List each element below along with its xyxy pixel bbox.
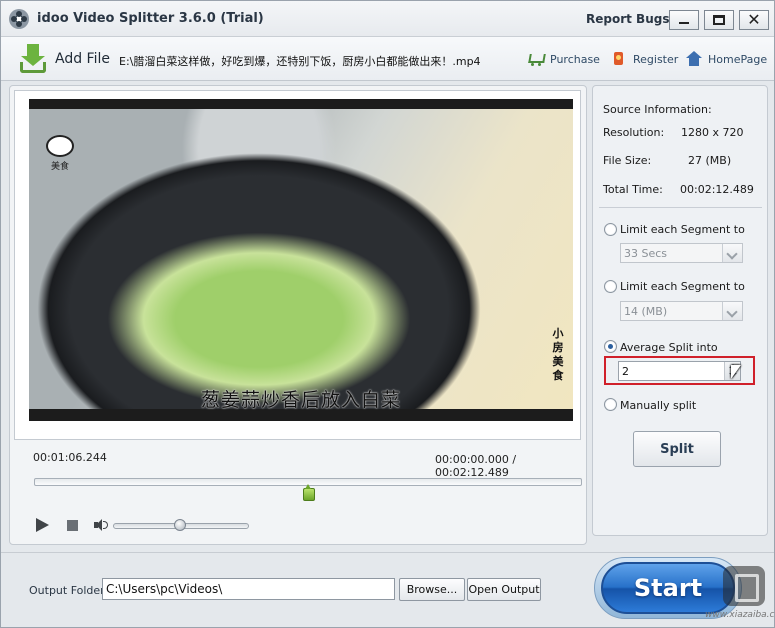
video-preview[interactable]: 美食 小房美食 葱姜蒜炒香后放入白菜: [29, 99, 573, 421]
manual-split-label[interactable]: Manually split: [620, 399, 696, 412]
register-key-icon: [611, 51, 627, 67]
close-button[interactable]: ✕: [739, 10, 769, 30]
segment-time-value: 33 Secs: [624, 247, 668, 260]
video-frame-image: [29, 109, 573, 409]
register-link[interactable]: Register: [611, 51, 678, 67]
chef-face-icon: [46, 135, 74, 157]
seek-handle[interactable]: [303, 484, 315, 501]
file-size-value: 27 (MB): [688, 154, 732, 167]
report-bugs-link[interactable]: Report Bugs: [586, 12, 669, 26]
divider: [599, 207, 762, 208]
browse-button[interactable]: Browse...: [399, 578, 465, 601]
chevron-down-icon: [722, 244, 742, 262]
resolution-value: 1280 x 720: [681, 126, 744, 139]
homepage-link[interactable]: HomePage: [686, 51, 767, 67]
minimize-button[interactable]: [669, 10, 699, 30]
segment-time-select[interactable]: 33 Secs: [620, 243, 743, 263]
maximize-icon: [713, 15, 725, 25]
channel-logo: 美食: [43, 135, 77, 175]
total-time-value: 00:02:12.489: [680, 183, 754, 196]
radio-limit-size[interactable]: [604, 280, 617, 293]
source-info-header: Source Information:: [603, 103, 712, 116]
video-frame: 美食 小房美食 葱姜蒜炒香后放入白菜: [14, 90, 581, 440]
site-watermark: www.xiazaiba.com: [705, 562, 775, 624]
volume-icon[interactable]: [94, 519, 108, 531]
average-split-label[interactable]: Average Split into: [620, 341, 718, 354]
output-folder-label: Output Folder:: [29, 584, 109, 597]
limit-size-label[interactable]: Limit each Segment to: [620, 280, 745, 293]
register-label: Register: [633, 52, 679, 66]
radio-manual-split[interactable]: [604, 398, 617, 411]
time-range: 00:00:00.000 / 00:02:12.489: [435, 453, 517, 479]
title-bar[interactable]: idoo Video Splitter 3.6.0 (Trial) Report…: [1, 1, 774, 37]
resolution-label: Resolution:: [603, 126, 665, 139]
watermark-text: www.xiazaiba.com: [705, 610, 775, 620]
minimize-icon: [679, 22, 689, 24]
app-window: idoo Video Splitter 3.6.0 (Trial) Report…: [0, 0, 775, 628]
file-size-label: File Size:: [603, 154, 652, 167]
add-file-button[interactable]: Add File: [19, 43, 110, 75]
segment-size-select[interactable]: 14 (MB): [620, 301, 743, 321]
open-output-button[interactable]: Open Output: [467, 578, 541, 601]
radio-limit-time[interactable]: [604, 223, 617, 236]
current-file-path: E:\腊溜白菜这样做，好吃到爆，还特别下饭，厨房小白都能做出来！.mp4: [119, 55, 481, 68]
maximize-button[interactable]: [704, 10, 734, 30]
channel-side-text: 小房美食: [552, 327, 564, 382]
player-panel: 美食 小房美食 葱姜蒜炒香后放入白菜 00:01:06.244 00:00:00…: [9, 85, 587, 545]
limit-time-label[interactable]: Limit each Segment to: [620, 223, 745, 236]
total-time-label: Total Time:: [603, 183, 663, 196]
segment-size-value: 14 (MB): [624, 305, 668, 318]
volume-thumb[interactable]: [173, 519, 186, 531]
window-title: idoo Video Splitter 3.6.0 (Trial): [37, 11, 264, 26]
chevron-down-icon: [722, 302, 742, 320]
download-arrow-icon: [19, 44, 47, 74]
film-reel-icon: [9, 9, 29, 29]
close-icon: ✕: [747, 10, 761, 29]
purchase-link[interactable]: Purchase: [528, 51, 600, 67]
channel-logo-text: 美食: [50, 162, 69, 172]
radio-average-split[interactable]: [604, 340, 617, 353]
homepage-label: HomePage: [708, 52, 768, 66]
video-subtitle: 葱姜蒜炒香后放入白菜: [200, 389, 401, 411]
split-options-panel: Source Information: Resolution: 1280 x 7…: [592, 85, 768, 536]
average-split-count-input[interactable]: [618, 361, 741, 381]
cart-icon: [528, 51, 544, 67]
stop-button[interactable]: [67, 520, 78, 531]
mouse-cursor-icon: [731, 365, 743, 383]
play-button[interactable]: [36, 518, 49, 532]
purchase-label: Purchase: [550, 52, 600, 66]
add-file-label: Add File: [55, 51, 110, 67]
split-button[interactable]: Split: [633, 431, 721, 467]
current-time: 00:01:06.244: [33, 451, 107, 464]
bottom-divider: [1, 552, 774, 553]
watermark-logo-icon: [723, 566, 765, 606]
home-icon: [686, 51, 702, 67]
output-folder-input[interactable]: [102, 578, 395, 600]
